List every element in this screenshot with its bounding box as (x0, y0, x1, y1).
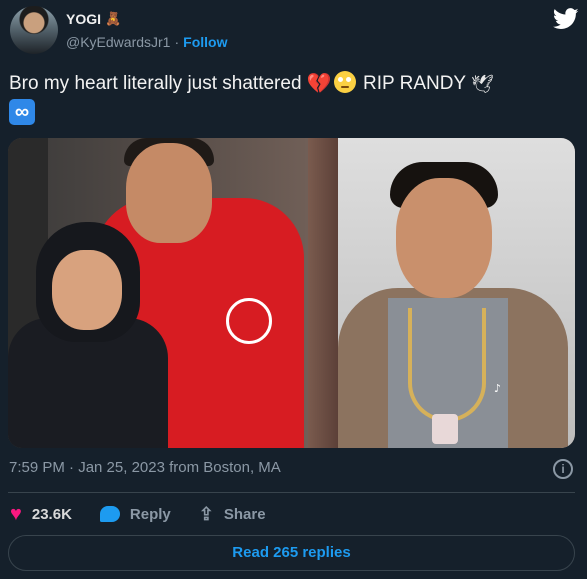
info-icon[interactable]: i (553, 459, 573, 479)
tweet-media[interactable]: ♪ (8, 138, 575, 448)
reply-button[interactable]: Reply (99, 505, 171, 523)
divider (8, 492, 575, 493)
timestamp[interactable]: 7:59 PM · Jan 25, 2023 from Boston, MA (9, 459, 281, 476)
heart-icon: ♥ (10, 503, 22, 525)
child-face (52, 250, 122, 330)
share-label: Share (223, 505, 266, 523)
like-button[interactable]: ♥ 23.6K (10, 504, 72, 524)
photo-man-and-child (8, 138, 308, 448)
tweet-text-part2: RIP RANDY (362, 73, 466, 95)
tweet-header: YOGI 🧸 @KyEdwardsJr1 · Follow (8, 6, 579, 58)
name-row: YOGI 🧸 (66, 11, 121, 27)
avatar[interactable] (10, 6, 58, 54)
read-replies-button[interactable]: Read 265 replies (8, 535, 575, 571)
photo-man-chains: ♪ (338, 138, 575, 448)
follow-button[interactable]: Follow (183, 34, 227, 50)
twitter-bird-icon[interactable] (553, 8, 579, 30)
tweet-text: Bro my heart literally just shattered 💔 … (9, 70, 579, 126)
hoodie-logo (226, 298, 272, 344)
share-button[interactable]: ⇪ Share (199, 504, 266, 525)
tiktok-icon: ♪ (494, 382, 502, 395)
display-name[interactable]: YOGI (66, 11, 101, 27)
rolling-eyes-emoji-icon (333, 71, 356, 93)
tweet-text-part1: Bro my heart literally just shattered (9, 73, 302, 95)
separator-dot: · (174, 34, 180, 50)
share-icon: ⇪ (198, 503, 214, 524)
like-count: 23.6K (31, 505, 72, 523)
dove-icon: 🕊 (471, 74, 494, 94)
photo-divider (308, 138, 338, 448)
infinity-icon: ∞ (9, 99, 35, 125)
man-face-right (396, 178, 492, 298)
man-face (126, 143, 212, 243)
broken-heart-icon: 💔 (306, 73, 332, 95)
chain-pendant (432, 414, 458, 444)
handle-row: @KyEdwardsJr1 · Follow (66, 34, 227, 50)
gold-chain (408, 308, 486, 422)
user-handle[interactable]: @KyEdwardsJr1 (66, 34, 170, 50)
reply-bubble-icon (99, 506, 120, 522)
teddy-bear-icon: 🧸 (105, 11, 122, 27)
action-bar: ♥ 23.6K Reply ⇪ Share (10, 502, 294, 526)
reply-label: Reply (129, 505, 171, 523)
tweet-meta: 7:59 PM · Jan 25, 2023 from Boston, MA i (9, 459, 575, 481)
